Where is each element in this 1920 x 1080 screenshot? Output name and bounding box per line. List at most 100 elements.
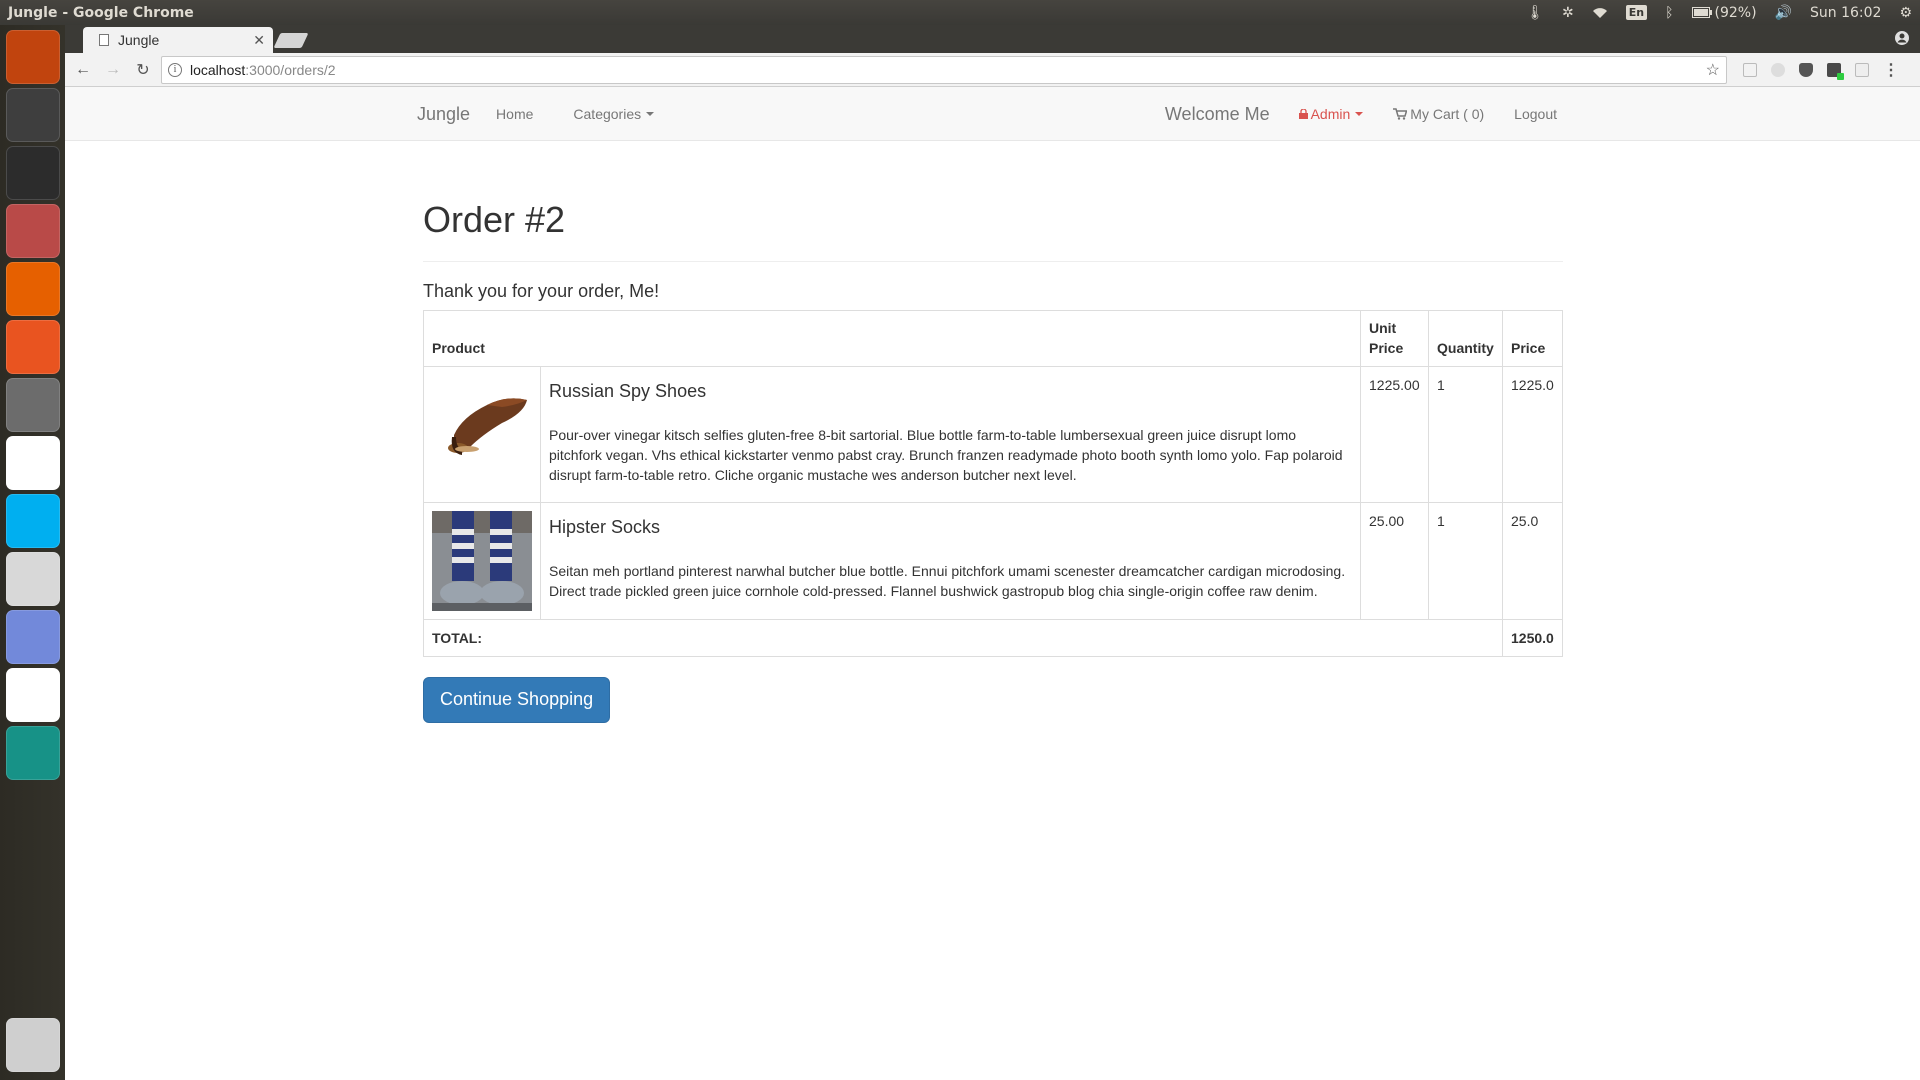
product-description: Seitan meh portland pinterest narwhal bu… xyxy=(549,562,1346,599)
battery-icon xyxy=(1691,7,1712,18)
tab-title: Jungle xyxy=(118,32,160,48)
skype-icon[interactable] xyxy=(5,494,60,548)
battery-percent: (92%) xyxy=(1714,4,1757,21)
table-row: Russian Spy Shoes Pour-over vinegar kits… xyxy=(423,366,1563,503)
address-bar[interactable]: i localhost:3000/orders/2 ☆ xyxy=(161,55,1727,84)
back-arrow-icon[interactable]: ← xyxy=(71,58,95,82)
navbar-right: Welcome Me Admin My Cart ( 0) Logout xyxy=(1165,104,1557,125)
power-gear-icon[interactable]: ⚙ xyxy=(1899,5,1912,21)
unit-price-cell: 1225.00 xyxy=(1360,366,1429,503)
main-content: Order #2 Thank you for your order, Me! P… xyxy=(423,141,1563,723)
os-top-panel: Jungle - Google Chrome 🌡 ✲ En ᛒ (92%) 🔊 … xyxy=(0,0,1920,25)
browser-toolbar: ← → ↻ i localhost:3000/orders/2 ☆ ⋮ xyxy=(65,53,1920,87)
reload-icon[interactable]: ↻ xyxy=(131,58,155,82)
software-center-icon[interactable] xyxy=(5,320,60,374)
chrome-menu-icon[interactable]: ⋮ xyxy=(1883,60,1899,80)
extension-icon[interactable] xyxy=(1743,62,1757,77)
terminal-icon[interactable] xyxy=(5,146,60,200)
lock-icon xyxy=(1298,109,1308,119)
socks-product-image[interactable] xyxy=(432,510,532,611)
sublime-text-icon[interactable] xyxy=(5,88,60,142)
battery-indicator[interactable]: (92%) xyxy=(1691,4,1757,21)
total-row: TOTAL: 1250.0 xyxy=(423,618,1563,657)
brand-link[interactable]: Jungle xyxy=(417,104,470,125)
extension-icons: ⋮ xyxy=(1733,60,1899,80)
thank-you-message: Thank you for your order, Me! xyxy=(423,281,660,301)
page-icon xyxy=(99,34,109,46)
caret-down-icon xyxy=(1355,112,1364,116)
nav-logout[interactable]: Logout xyxy=(1514,106,1557,122)
ubuntu-dash-icon[interactable] xyxy=(5,30,60,84)
quantity-cell: 1 xyxy=(1428,366,1503,503)
page-title: Order #2 xyxy=(423,199,566,240)
url-host: localhost xyxy=(190,61,246,78)
chrome-icon[interactable] xyxy=(5,668,60,722)
extension-icon[interactable] xyxy=(1855,62,1869,77)
files-icon[interactable] xyxy=(5,204,60,258)
window-title: Jungle - Google Chrome xyxy=(8,4,194,21)
bluetooth-icon[interactable]: ᛒ xyxy=(1665,5,1673,21)
clock[interactable]: Sun 16:02 xyxy=(1810,5,1881,21)
url-path: :3000/orders/2 xyxy=(245,61,336,78)
settings-gear-icon[interactable]: ✲ xyxy=(1562,5,1574,21)
product-description: Pour-over vinegar kitsch selfies gluten-… xyxy=(549,426,1343,483)
page-header: Order #2 xyxy=(423,199,1563,262)
product-name[interactable]: Hipster Socks xyxy=(549,515,1352,541)
mail-icon[interactable] xyxy=(5,552,60,606)
bookmark-star-icon[interactable]: ☆ xyxy=(1706,60,1720,80)
discord-icon[interactable] xyxy=(5,610,60,664)
nav-categories-label: Categories xyxy=(573,106,642,122)
price-cell: 1225.0 xyxy=(1502,366,1563,503)
panel-indicators: 🌡 ✲ En ᛒ (92%) 🔊 Sun 16:02 ⚙ xyxy=(1526,5,1912,21)
col-unit-price: Unit Price xyxy=(1360,309,1429,368)
total-value: 1250.0 xyxy=(1502,618,1563,657)
keyboard-language-indicator[interactable]: En xyxy=(1625,5,1648,20)
extension-icon[interactable] xyxy=(1771,62,1785,77)
continue-shopping-button[interactable]: Continue Shopping xyxy=(423,676,611,723)
profile-icon[interactable] xyxy=(1894,30,1910,46)
app-launcher xyxy=(0,25,65,1080)
firefox-icon[interactable] xyxy=(5,262,60,316)
close-tab-icon[interactable]: ✕ xyxy=(253,32,265,49)
nav-categories-dropdown[interactable]: Categories xyxy=(573,106,655,122)
tab-strip: Jungle ✕ xyxy=(65,25,1920,53)
table-header-row: Product Unit Price Quantity Price xyxy=(423,309,1563,368)
browser-window: Jungle ✕ ← → ↻ i localhost:3000/orders/2… xyxy=(65,25,1920,1080)
forward-arrow-icon[interactable]: → xyxy=(101,58,125,82)
nav-home[interactable]: Home xyxy=(496,106,533,122)
order-table: Product Unit Price Quantity Price Russia… xyxy=(423,309,1563,657)
site-navbar: Jungle Home Categories Welcome Me Admin xyxy=(65,87,1920,141)
system-settings-icon[interactable] xyxy=(5,378,60,432)
shield-extension-icon[interactable] xyxy=(1799,62,1813,77)
gitkraken-icon[interactable] xyxy=(5,726,60,780)
price-cell: 25.0 xyxy=(1502,501,1563,620)
cart-icon xyxy=(1393,108,1408,120)
nav-cart-label: My Cart ( 0) xyxy=(1410,106,1485,122)
wifi-icon[interactable] xyxy=(1592,7,1608,19)
nav-admin-label: Admin xyxy=(1310,106,1351,122)
quantity-cell: 1 xyxy=(1428,501,1503,620)
table-row: Hipster Socks Seitan meh portland pinter… xyxy=(423,501,1563,620)
col-price: Price xyxy=(1502,309,1563,368)
nav-admin-dropdown[interactable]: Admin xyxy=(1298,106,1364,122)
caret-down-icon xyxy=(646,112,655,116)
unit-price-cell: 25.00 xyxy=(1360,501,1429,620)
product-image-cell xyxy=(423,366,541,503)
new-tab-button[interactable] xyxy=(273,33,309,48)
shoe-product-image[interactable] xyxy=(432,375,532,476)
page-viewport: Jungle Home Categories Welcome Me Admin xyxy=(65,87,1920,1080)
thermometer-icon[interactable]: 🌡 xyxy=(1526,5,1544,21)
nav-cart[interactable]: My Cart ( 0) xyxy=(1393,106,1484,122)
product-name[interactable]: Russian Spy Shoes xyxy=(549,379,1352,405)
col-quantity: Quantity xyxy=(1428,309,1503,368)
tab-jungle[interactable]: Jungle ✕ xyxy=(83,27,273,53)
volume-icon[interactable]: 🔊 xyxy=(1775,5,1792,21)
welcome-text: Welcome Me xyxy=(1164,103,1270,124)
total-label: TOTAL: xyxy=(423,618,1503,657)
site-info-icon[interactable]: i xyxy=(168,62,182,77)
slack-icon[interactable] xyxy=(5,436,60,490)
extension-badge-icon[interactable] xyxy=(1827,62,1844,80)
trash-icon[interactable] xyxy=(5,1018,60,1072)
product-info-cell: Russian Spy Shoes Pour-over vinegar kits… xyxy=(540,366,1361,503)
product-info-cell: Hipster Socks Seitan meh portland pinter… xyxy=(540,501,1361,620)
